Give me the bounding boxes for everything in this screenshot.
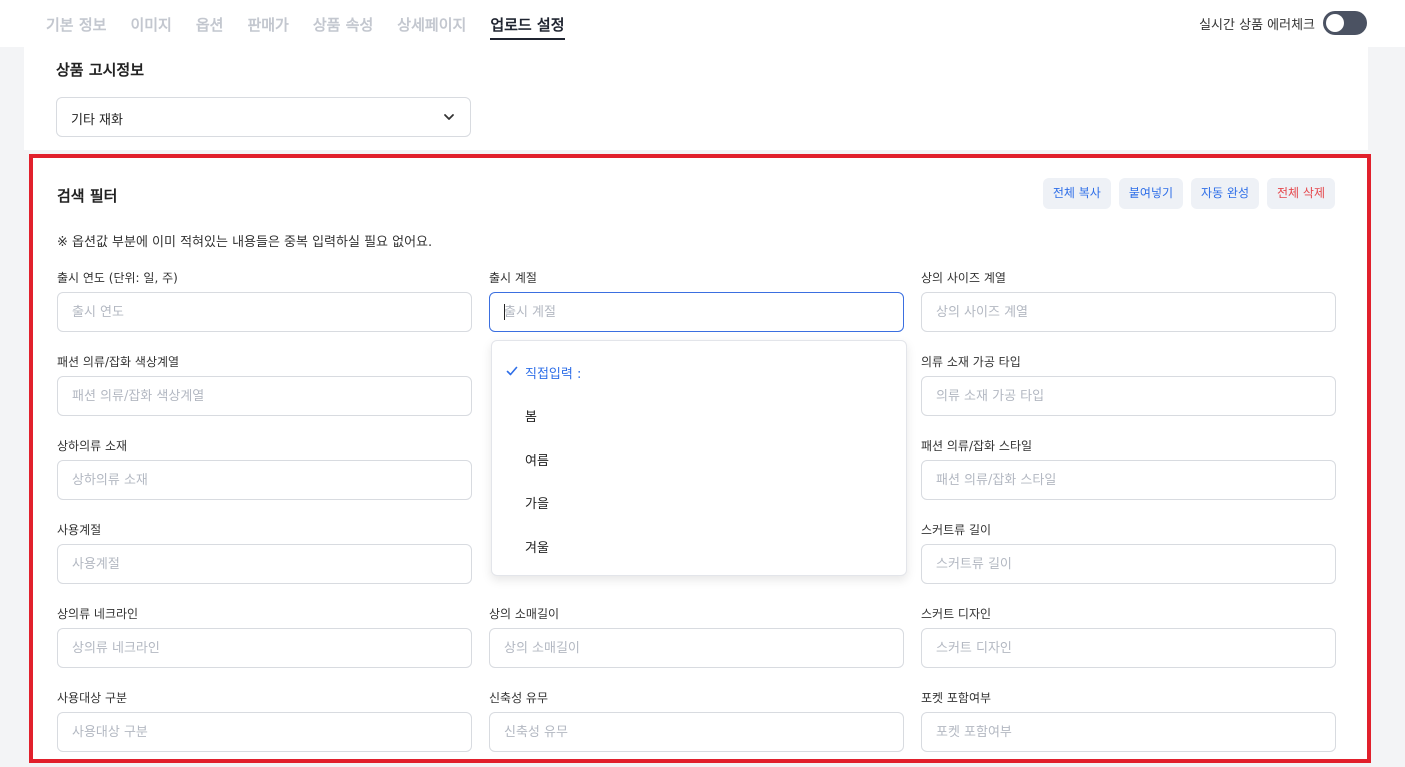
field-label-pocket: 포켓 포함여부	[921, 691, 992, 705]
tab-options[interactable]: 옵션	[196, 14, 224, 40]
copy-all-button[interactable]: 전체 복사	[1042, 178, 1111, 209]
filter-actions: 전체 복사 붙여넣기 자동 완성 전체 삭제	[1035, 178, 1335, 209]
field-label-skirt-length: 스커트류 길이	[921, 523, 992, 537]
dropdown-item-summer[interactable]: 여름	[492, 440, 906, 476]
dropdown-item-label: 봄	[525, 410, 537, 425]
field-label-release-year: 출시 연도 (단위: 일, 주)	[57, 271, 178, 285]
error-check-label: 실시간 상품 에러체크	[1199, 17, 1315, 33]
color-family-input[interactable]	[57, 376, 472, 416]
autocomplete-button[interactable]: 자동 완성	[1191, 178, 1260, 209]
target-user-input[interactable]	[57, 712, 472, 752]
release-year-input[interactable]	[57, 292, 472, 332]
field-label-release-season: 출시 계절	[489, 271, 537, 285]
use-season-input[interactable]	[57, 544, 472, 584]
season-dropdown: 직접입력 : 봄 여름 가을 겨울	[491, 340, 907, 576]
release-season-input[interactable]	[489, 292, 904, 332]
neckline-input[interactable]	[57, 628, 472, 668]
field-label-garment-material: 상하의류 소재	[57, 439, 128, 453]
dropdown-item-label: 직접입력 :	[525, 367, 582, 382]
dropdown-item-spring[interactable]: 봄	[492, 396, 906, 432]
product-notice-section: 상품 고시정보 기타 재화	[24, 47, 1368, 150]
field-label-skirt-design: 스커트 디자인	[921, 607, 992, 621]
tab-list: 기본 정보 이미지 옵션 판매가 상품 속성 상세페이지 업로드 설정	[46, 14, 589, 40]
top-nav-bar: 기본 정보 이미지 옵션 판매가 상품 속성 상세페이지 업로드 설정 실시간 …	[0, 0, 1405, 47]
dropdown-item-winter[interactable]: 겨울	[492, 527, 906, 563]
search-filter-section: 검색 필터 전체 복사 붙여넣기 자동 완성 전체 삭제 ※ 옵션값 부분에 이…	[29, 154, 1371, 763]
section-title-filter: 검색 필터	[57, 187, 118, 205]
paste-button[interactable]: 붙여넣기	[1118, 178, 1184, 209]
field-label-color-family: 패션 의류/잡화 색상계열	[57, 355, 180, 369]
garment-material-input[interactable]	[57, 460, 472, 500]
field-label-sleeve-length: 상의 소매길이	[489, 607, 560, 621]
notice-type-value: 기타 재화	[71, 113, 123, 128]
sleeve-length-input[interactable]	[489, 628, 904, 668]
tab-detail-page[interactable]: 상세페이지	[397, 14, 466, 40]
field-label-neckline: 상의류 네크라인	[57, 607, 139, 621]
toggle-knob	[1326, 14, 1344, 32]
delete-all-button[interactable]: 전체 삭제	[1267, 178, 1335, 209]
tab-price[interactable]: 판매가	[247, 14, 288, 40]
dropdown-item-label: 여름	[525, 454, 549, 469]
field-label-fashion-style: 패션 의류/잡화 스타일	[921, 439, 1033, 453]
tab-images[interactable]: 이미지	[130, 14, 171, 40]
field-label-top-size: 상의 사이즈 계열	[921, 271, 1006, 285]
tab-attributes[interactable]: 상품 속성	[313, 14, 373, 40]
dropdown-item-autumn[interactable]: 가을	[492, 483, 906, 519]
check-icon	[506, 366, 518, 376]
skirt-length-input[interactable]	[921, 544, 1336, 584]
tab-upload-settings[interactable]: 업로드 설정	[490, 14, 565, 40]
error-check-toggle[interactable]	[1323, 11, 1367, 35]
filter-hint: ※ 옵션값 부분에 이미 적혀있는 내용들은 중복 입력하실 필요 없어요.	[57, 235, 433, 250]
fabric-processing-input[interactable]	[921, 376, 1336, 416]
error-check-control: 실시간 상품 에러체크	[1199, 11, 1367, 35]
text-caret	[504, 304, 505, 320]
field-label-elasticity: 신축성 유무	[489, 691, 549, 705]
field-label-use-season: 사용계절	[57, 523, 102, 537]
pocket-input[interactable]	[921, 712, 1336, 752]
field-label-target-user: 사용대상 구분	[57, 691, 128, 705]
tab-basic-info[interactable]: 기본 정보	[46, 14, 106, 40]
dropdown-item-direct-input[interactable]: 직접입력 :	[492, 353, 906, 389]
elasticity-input[interactable]	[489, 712, 904, 752]
dropdown-item-label: 가을	[525, 497, 549, 512]
section-title-notice: 상품 고시정보	[56, 61, 145, 79]
skirt-design-input[interactable]	[921, 628, 1336, 668]
dropdown-item-label: 겨울	[525, 541, 549, 556]
top-size-input[interactable]	[921, 292, 1336, 332]
field-label-fabric-processing: 의류 소재 가공 타입	[921, 355, 1021, 369]
fashion-style-input[interactable]	[921, 460, 1336, 500]
notice-type-select[interactable]: 기타 재화	[56, 97, 471, 137]
chevron-down-icon	[444, 114, 454, 120]
